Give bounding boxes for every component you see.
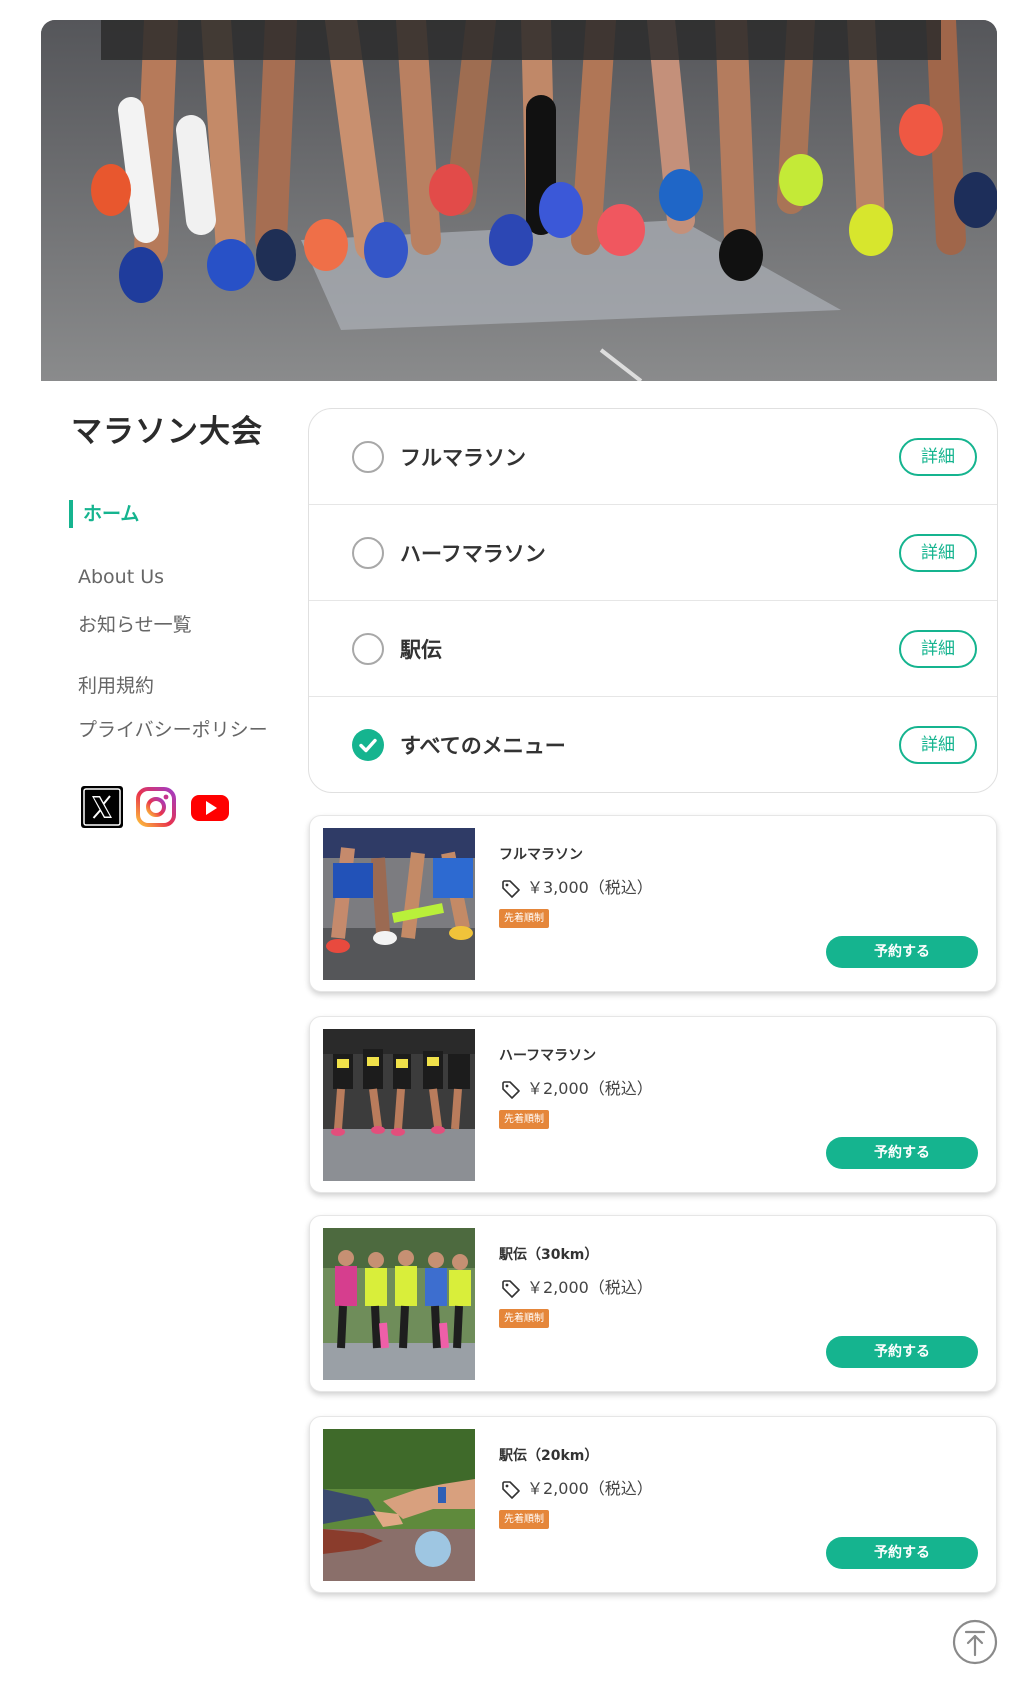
product-image <box>323 1029 475 1181</box>
price-text: ￥2,000（税込） <box>527 1479 653 1498</box>
category-row-half[interactable]: ハーフマラソン 詳細 <box>309 505 997 601</box>
status-badge: 先着順制 <box>499 1510 549 1529</box>
product-image <box>323 828 475 980</box>
product-name: 駅伝（20km） <box>499 1448 599 1464</box>
hero-image <box>41 20 997 381</box>
product-name: フルマラソン <box>499 847 583 863</box>
detail-button[interactable]: 詳細 <box>899 534 977 572</box>
category-label: ハーフマラソン <box>400 542 546 566</box>
nav-item-home[interactable]: ホーム <box>69 500 139 528</box>
x-icon[interactable] <box>81 786 123 828</box>
youtube-icon[interactable] <box>189 786 231 828</box>
price-text: ￥2,000（税込） <box>527 1079 653 1098</box>
nav-item-about[interactable]: About Us <box>78 566 164 588</box>
reserve-button[interactable]: 予約する <box>826 1336 978 1368</box>
back-to-top-button[interactable] <box>952 1619 998 1665</box>
radio-button-checked[interactable] <box>352 729 384 761</box>
tag-icon <box>502 1080 520 1099</box>
tag-icon <box>502 1279 520 1298</box>
product-image <box>323 1429 475 1581</box>
status-badge: 先着順制 <box>499 1110 549 1129</box>
status-badge: 先着順制 <box>499 909 549 928</box>
instagram-icon[interactable] <box>135 786 177 828</box>
category-row-all[interactable]: すべてのメニュー 詳細 <box>309 697 997 792</box>
product-card: ハーフマラソン ￥2,000（税込） 先着順制 予約する <box>309 1016 997 1193</box>
site-title: マラソン大会 <box>71 414 263 450</box>
tag-icon <box>502 879 520 898</box>
category-menu: フルマラソン 詳細 ハーフマラソン 詳細 駅伝 詳細 すべてのメニュー 詳細 <box>308 408 998 793</box>
product-card: 駅伝（20km） ￥2,000（税込） 先着順制 予約する <box>309 1416 997 1593</box>
check-icon <box>359 738 377 753</box>
product-price: ￥3,000（税込） <box>501 874 653 899</box>
product-price: ￥2,000（税込） <box>501 1274 653 1299</box>
product-price: ￥2,000（税込） <box>501 1075 653 1100</box>
product-card: フルマラソン ￥3,000（税込） 先着順制 予約する <box>309 815 997 992</box>
nav-item-terms[interactable]: 利用規約 <box>78 671 154 698</box>
radio-button[interactable] <box>352 633 384 665</box>
nav-item-privacy[interactable]: プライバシーポリシー <box>78 715 268 742</box>
detail-button[interactable]: 詳細 <box>899 726 977 764</box>
status-badge: 先着順制 <box>499 1309 549 1328</box>
nav-item-news[interactable]: お知らせ一覧 <box>78 610 192 637</box>
category-label: すべてのメニュー <box>400 734 566 758</box>
radio-button[interactable] <box>352 441 384 473</box>
category-row-ekiden[interactable]: 駅伝 詳細 <box>309 601 997 697</box>
detail-button[interactable]: 詳細 <box>899 438 977 476</box>
reserve-button[interactable]: 予約する <box>826 1537 978 1569</box>
price-text: ￥2,000（税込） <box>527 1278 653 1297</box>
product-image <box>323 1228 475 1380</box>
category-label: 駅伝 <box>400 638 442 662</box>
category-label: フルマラソン <box>400 446 526 470</box>
price-text: ￥3,000（税込） <box>527 878 653 897</box>
category-row-full[interactable]: フルマラソン 詳細 <box>309 409 997 505</box>
arrow-up-icon <box>952 1619 998 1665</box>
reserve-button[interactable]: 予約する <box>826 936 978 968</box>
tag-icon <box>502 1480 520 1499</box>
detail-button[interactable]: 詳細 <box>899 630 977 668</box>
product-price: ￥2,000（税込） <box>501 1475 653 1500</box>
product-name: ハーフマラソン <box>499 1048 597 1064</box>
radio-button[interactable] <box>352 537 384 569</box>
product-name: 駅伝（30km） <box>499 1247 599 1263</box>
reserve-button[interactable]: 予約する <box>826 1137 978 1169</box>
product-card: 駅伝（30km） ￥2,000（税込） 先着順制 予約する <box>309 1215 997 1392</box>
